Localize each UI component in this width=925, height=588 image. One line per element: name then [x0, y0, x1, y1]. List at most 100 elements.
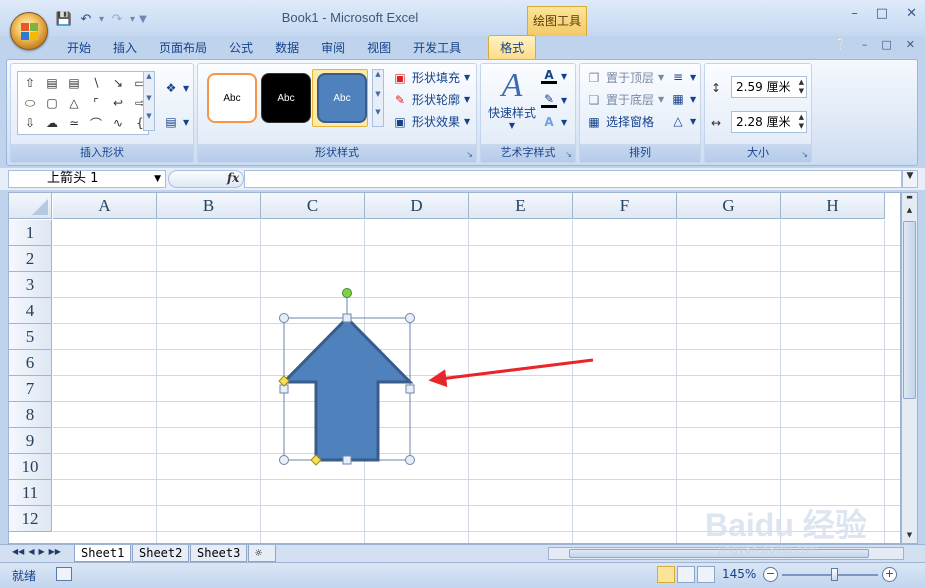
scroll-down-icon[interactable]: ▼ — [902, 531, 917, 543]
row-header-12[interactable]: 12 — [9, 506, 52, 532]
select-all-button[interactable] — [9, 193, 52, 219]
tab-insert[interactable]: 插入 — [102, 36, 148, 59]
dialog-launcher-icon[interactable]: ↘ — [801, 150, 808, 159]
more-icon[interactable]: ▼ — [375, 108, 380, 116]
send-to-back-button[interactable]: ❏ 置于底层 ▼ — [586, 91, 665, 108]
shape-fill-button[interactable]: ▣ 形状填充 ▼ — [392, 69, 470, 86]
group-objects-button[interactable]: ▦ ▼ — [670, 91, 696, 107]
workbook-minimize-icon[interactable]: – — [862, 38, 868, 51]
normal-view-icon[interactable] — [657, 566, 675, 583]
column-header-c[interactable]: C — [261, 193, 365, 219]
row-header-4[interactable]: 4 — [9, 298, 52, 324]
tab-review[interactable]: 审阅 — [310, 36, 356, 59]
formula-input[interactable] — [244, 170, 902, 188]
triangle-shape-icon[interactable]: △ — [64, 94, 84, 112]
prev-sheet-icon[interactable]: ◀ — [28, 547, 34, 556]
office-button[interactable] — [10, 12, 48, 50]
text-effects-button[interactable]: A ▼ — [541, 114, 567, 130]
zoom-out-icon[interactable]: − — [763, 567, 778, 582]
scroll-up-icon[interactable]: ▲ — [146, 72, 151, 80]
name-box-dropdown-icon[interactable]: ▼ — [154, 171, 161, 187]
curve-shape-icon[interactable]: ∿ — [108, 114, 128, 132]
quick-styles-button[interactable]: A 快速样式 ▼ — [485, 68, 539, 136]
shape-style-black-fill[interactable]: Abc — [261, 73, 311, 123]
minimize-icon[interactable]: – — [851, 6, 858, 21]
insert-sheet-icon[interactable]: ☼ — [248, 545, 276, 562]
next-sheet-icon[interactable]: ▶ — [38, 547, 44, 556]
close-icon[interactable]: ✕ — [906, 6, 917, 21]
column-header-f[interactable]: F — [573, 193, 677, 219]
vertical-text-box-icon[interactable]: ▤ — [64, 74, 84, 92]
split-box-icon[interactable]: ▬ — [902, 193, 917, 205]
line-shape-icon[interactable]: ∖ — [86, 74, 106, 92]
align-button[interactable]: ≡ ▼ — [670, 69, 696, 85]
shape-height-input[interactable]: 2.59 厘米 ▲ ▼ — [731, 76, 807, 98]
dialog-launcher-icon[interactable]: ↘ — [565, 150, 572, 159]
height-spinner-icon[interactable]: ▲ ▼ — [799, 78, 804, 96]
workbook-restore-icon[interactable]: □ — [881, 38, 891, 51]
row-header-9[interactable]: 9 — [9, 428, 52, 454]
tab-formulas[interactable]: 公式 — [218, 36, 264, 59]
row-header-6[interactable]: 6 — [9, 350, 52, 376]
text-outline-button[interactable]: ✎ ▼ — [541, 92, 567, 108]
column-header-g[interactable]: G — [677, 193, 781, 219]
elbow-connector-icon[interactable]: ⌜ — [86, 94, 106, 112]
row-header-2[interactable]: 2 — [9, 246, 52, 272]
column-header-a[interactable]: A — [53, 193, 157, 219]
edit-shape-button[interactable]: ❖ ▼ — [163, 80, 190, 96]
tab-format[interactable]: 格式 — [488, 35, 537, 59]
shape-outline-button[interactable]: ✎ 形状轮廓 ▼ — [392, 91, 470, 108]
worksheet-grid[interactable]: ABCDEFGH 1 2 3 4 5 6 7 8 9 10 11 12 — [8, 192, 901, 544]
name-box[interactable]: 上箭头 1 ▼ — [8, 170, 166, 188]
row-header-3[interactable]: 3 — [9, 272, 52, 298]
selection-pane-button[interactable]: ▦ 选择窗格 — [586, 113, 654, 130]
scroll-up-icon[interactable]: ▲ — [375, 70, 380, 78]
last-sheet-icon[interactable]: ▶▶ — [49, 547, 61, 556]
tab-data[interactable]: 数据 — [264, 36, 310, 59]
shape-effects-button[interactable]: ▣ 形状效果 ▼ — [392, 113, 470, 130]
shape-style-blue-fill[interactable]: Abc — [317, 73, 367, 123]
cell-gridlines[interactable] — [53, 220, 900, 543]
shape-width-input[interactable]: 2.28 厘米 ▲ ▼ — [731, 111, 807, 133]
scroll-up-icon[interactable]: ▲ — [902, 206, 917, 218]
shape-styles-scroll[interactable]: ▲ ▼ ▼ — [372, 69, 384, 127]
help-icon[interactable]: ❔ — [834, 38, 848, 51]
first-sheet-icon[interactable]: ◀◀ — [12, 547, 24, 556]
rotate-button[interactable]: △ ▼ — [670, 113, 696, 129]
tab-developer[interactable]: 开发工具 — [402, 36, 472, 59]
more-icon[interactable]: ▼ — [146, 112, 151, 120]
row-header-11[interactable]: 11 — [9, 480, 52, 506]
page-layout-view-icon[interactable] — [677, 566, 695, 583]
row-header-10[interactable]: 10 — [9, 454, 52, 480]
tab-home[interactable]: 开始 — [56, 36, 102, 59]
tab-page-layout[interactable]: 页面布局 — [148, 36, 218, 59]
text-box-button[interactable]: ▤ ▼ — [163, 114, 189, 130]
expand-formula-bar-icon[interactable]: ▼ — [902, 170, 918, 188]
sheet-tab-sheet2[interactable]: Sheet2 — [132, 545, 190, 562]
page-break-view-icon[interactable] — [697, 566, 715, 583]
scroll-thumb[interactable] — [903, 221, 916, 399]
arrow-line-shape-icon[interactable]: ↘ — [108, 74, 128, 92]
row-header-1[interactable]: 1 — [9, 220, 52, 246]
zoom-in-icon[interactable]: + — [882, 567, 897, 582]
text-box-shape-icon[interactable]: ▤ — [42, 74, 62, 92]
arc-shape-icon[interactable]: ⌒ — [86, 114, 106, 132]
row-header-5[interactable]: 5 — [9, 324, 52, 350]
bring-to-front-button[interactable]: ❐ 置于顶层 ▼ — [586, 69, 665, 86]
sheet-tab-sheet1[interactable]: Sheet1 — [74, 545, 132, 562]
insert-function-icon[interactable]: fx — [227, 171, 239, 185]
column-header-b[interactable]: B — [157, 193, 261, 219]
shapes-gallery-scroll[interactable]: ▲ ▼ ▼ — [143, 71, 155, 131]
shapes-gallery[interactable]: ⇧ ▤ ▤ ∖ ↘ ▭ ⬭ ▢ △ ⌜ ↩ ⇨ ⇩ ☁ ≃ ⌒ ∿ { — [17, 71, 149, 135]
freeform-shape-icon[interactable]: ≃ — [64, 114, 84, 132]
text-fill-button[interactable]: A ▼ — [541, 68, 567, 84]
zoom-slider-thumb[interactable] — [831, 568, 838, 581]
column-header-d[interactable]: D — [365, 193, 469, 219]
oval-shape-icon[interactable]: ⬭ — [20, 94, 40, 112]
row-header-7[interactable]: 7 — [9, 376, 52, 402]
tab-view[interactable]: 视图 — [356, 36, 402, 59]
cloud-shape-icon[interactable]: ☁ — [42, 114, 62, 132]
up-arrow-shape-icon[interactable]: ⇧ — [20, 74, 40, 92]
column-header-e[interactable]: E — [469, 193, 573, 219]
width-spinner-icon[interactable]: ▲ ▼ — [799, 113, 804, 131]
